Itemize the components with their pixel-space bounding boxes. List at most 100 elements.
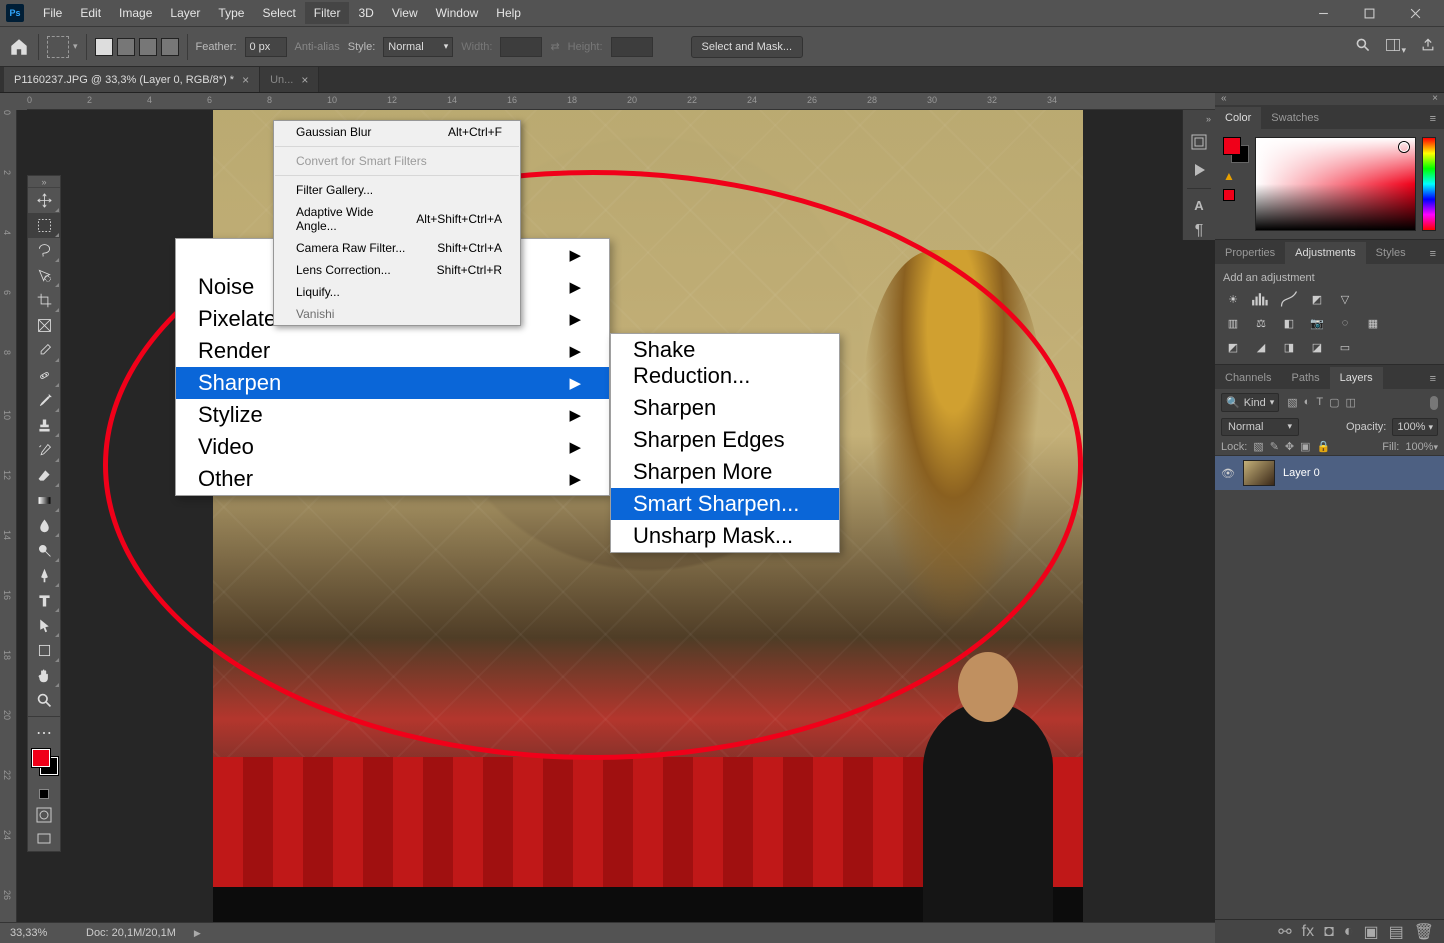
- adj-brightness-icon[interactable]: ☀: [1223, 290, 1243, 308]
- layer-filter-kind[interactable]: 🔍Kind▾: [1221, 393, 1279, 412]
- hue-slider[interactable]: [1422, 137, 1436, 231]
- tab-swatches[interactable]: Swatches: [1261, 107, 1329, 129]
- menu-view[interactable]: View: [383, 2, 427, 24]
- adj-chmix-icon[interactable]: ◌: [1335, 314, 1355, 332]
- adj-grad-icon[interactable]: ▭: [1335, 338, 1355, 356]
- panel-close[interactable]: ×: [1432, 93, 1438, 105]
- tab-styles[interactable]: Styles: [1366, 242, 1416, 264]
- actions-play-icon[interactable]: [1189, 160, 1209, 180]
- menu-type[interactable]: Type: [209, 2, 253, 24]
- window-close[interactable]: [1392, 0, 1438, 27]
- menu-window[interactable]: Window: [427, 2, 488, 24]
- adj-colbal-icon[interactable]: ⚖: [1251, 314, 1271, 332]
- sharpen-edges[interactable]: Sharpen Edges: [611, 424, 839, 456]
- adj-exposure-icon[interactable]: ◩: [1307, 290, 1327, 308]
- fill-input[interactable]: 100%▾: [1405, 441, 1438, 453]
- panel-menu-icon[interactable]: ≡: [1422, 369, 1444, 389]
- selection-new[interactable]: [95, 38, 113, 56]
- adj-thresh-icon[interactable]: ◨: [1279, 338, 1299, 356]
- selection-add[interactable]: [117, 38, 135, 56]
- menu-filter[interactable]: Filter: [305, 2, 350, 24]
- default-colors[interactable]: [28, 785, 60, 803]
- adj-curves-icon[interactable]: [1279, 290, 1299, 308]
- color-fgbg[interactable]: [1223, 137, 1249, 163]
- screen-mode[interactable]: [28, 827, 60, 851]
- tab-adjustments[interactable]: Adjustments: [1285, 242, 1366, 264]
- adj-hue-icon[interactable]: ▥: [1223, 314, 1243, 332]
- search-icon[interactable]: [1355, 37, 1371, 56]
- blur-tool[interactable]: [28, 513, 60, 538]
- crop-tool[interactable]: [28, 288, 60, 313]
- close-icon[interactable]: ×: [242, 73, 249, 87]
- select-and-mask-button[interactable]: Select and Mask...: [691, 36, 804, 58]
- eraser-tool[interactable]: [28, 463, 60, 488]
- adjustment-layer-icon[interactable]: ◐: [1344, 923, 1354, 941]
- type-tool[interactable]: [28, 588, 60, 613]
- menu-image[interactable]: Image: [110, 2, 161, 24]
- link-layers-icon[interactable]: ⚯: [1278, 922, 1291, 942]
- filter-cat-sharpen[interactable]: Sharpen▶: [176, 367, 609, 399]
- sharpen-unsharp[interactable]: Unsharp Mask...: [611, 520, 839, 552]
- panel-collapse[interactable]: «: [1221, 93, 1227, 105]
- adj-invert-icon[interactable]: ◩: [1223, 338, 1243, 356]
- sharpen-sharpen[interactable]: Sharpen: [611, 392, 839, 424]
- gradient-tool[interactable]: [28, 488, 60, 513]
- tab-channels[interactable]: Channels: [1215, 367, 1281, 389]
- color-swatch[interactable]: [28, 745, 60, 785]
- filter-cat-video[interactable]: Video▶: [176, 431, 609, 463]
- shape-tool[interactable]: [28, 638, 60, 663]
- adj-lookup-icon[interactable]: ▦: [1363, 314, 1383, 332]
- filter-cat-other[interactable]: Other▶: [176, 463, 609, 495]
- lock-pos-icon[interactable]: ✥: [1285, 440, 1294, 453]
- adj-vibrance-icon[interactable]: ▽: [1335, 290, 1355, 308]
- brush-tool[interactable]: [28, 388, 60, 413]
- layer-row[interactable]: 👁 Layer 0: [1215, 456, 1444, 490]
- window-minimize[interactable]: [1300, 0, 1346, 27]
- move-tool[interactable]: [28, 188, 60, 213]
- document-tab-inactive[interactable]: Un...×: [260, 67, 319, 92]
- adj-poster-icon[interactable]: ◢: [1251, 338, 1271, 356]
- fx-icon[interactable]: fx: [1302, 923, 1314, 941]
- delete-icon[interactable]: 🗑: [1414, 922, 1434, 942]
- zoom-level[interactable]: 33,33%: [10, 927, 68, 939]
- pen-tool[interactable]: [28, 563, 60, 588]
- menu-edit[interactable]: Edit: [71, 2, 110, 24]
- share-icon[interactable]: [1420, 37, 1436, 56]
- quick-select-tool[interactable]: [28, 263, 60, 288]
- layer-name[interactable]: Layer 0: [1283, 467, 1320, 479]
- filter-toggle[interactable]: [1430, 396, 1438, 410]
- marquee-tool[interactable]: [28, 213, 60, 238]
- sharpen-more[interactable]: Sharpen More: [611, 456, 839, 488]
- gamut-color[interactable]: [1223, 189, 1235, 201]
- healing-tool[interactable]: [28, 363, 60, 388]
- filter-cat-stylize[interactable]: Stylize▶: [176, 399, 609, 431]
- strip-collapse[interactable]: »: [1206, 114, 1211, 124]
- sharpen-smart[interactable]: Smart Sharpen...: [611, 488, 839, 520]
- home-icon[interactable]: [8, 36, 30, 58]
- filter-adj-icon[interactable]: ◐: [1304, 396, 1311, 409]
- document-tab-active[interactable]: P1160237.JPG @ 33,3% (Layer 0, RGB/8*) *…: [4, 67, 260, 92]
- filter-gallery[interactable]: Filter Gallery...: [274, 179, 520, 201]
- mask-icon[interactable]: ◘: [1324, 923, 1334, 941]
- tab-layers[interactable]: Layers: [1330, 367, 1383, 389]
- filter-last[interactable]: Gaussian BlurAlt+Ctrl+F: [274, 121, 520, 143]
- filter-smart-icon[interactable]: ◫: [1345, 396, 1355, 409]
- lock-all-icon[interactable]: 🔒: [1317, 440, 1331, 453]
- selection-subtract[interactable]: [139, 38, 157, 56]
- paragraph-icon[interactable]: ¶: [1189, 222, 1209, 240]
- menu-help[interactable]: Help: [487, 2, 530, 24]
- panel-menu-icon[interactable]: ≡: [1422, 109, 1444, 129]
- dodge-tool[interactable]: [28, 538, 60, 563]
- status-menu-icon[interactable]: ▶: [194, 928, 201, 939]
- menu-layer[interactable]: Layer: [161, 2, 209, 24]
- close-icon[interactable]: ×: [301, 73, 308, 87]
- filter-liquify[interactable]: Liquify...: [274, 281, 520, 303]
- hand-tool[interactable]: [28, 663, 60, 688]
- group-icon[interactable]: ▣: [1363, 922, 1378, 942]
- tab-properties[interactable]: Properties: [1215, 242, 1285, 264]
- quick-mask-toggle[interactable]: [28, 803, 60, 827]
- lock-pixels-icon[interactable]: ▧: [1253, 440, 1263, 453]
- lock-paint-icon[interactable]: ✎: [1270, 440, 1279, 453]
- sharpen-shake-reduction[interactable]: Shake Reduction...: [611, 334, 839, 392]
- lock-artb-icon[interactable]: ▣: [1300, 440, 1310, 453]
